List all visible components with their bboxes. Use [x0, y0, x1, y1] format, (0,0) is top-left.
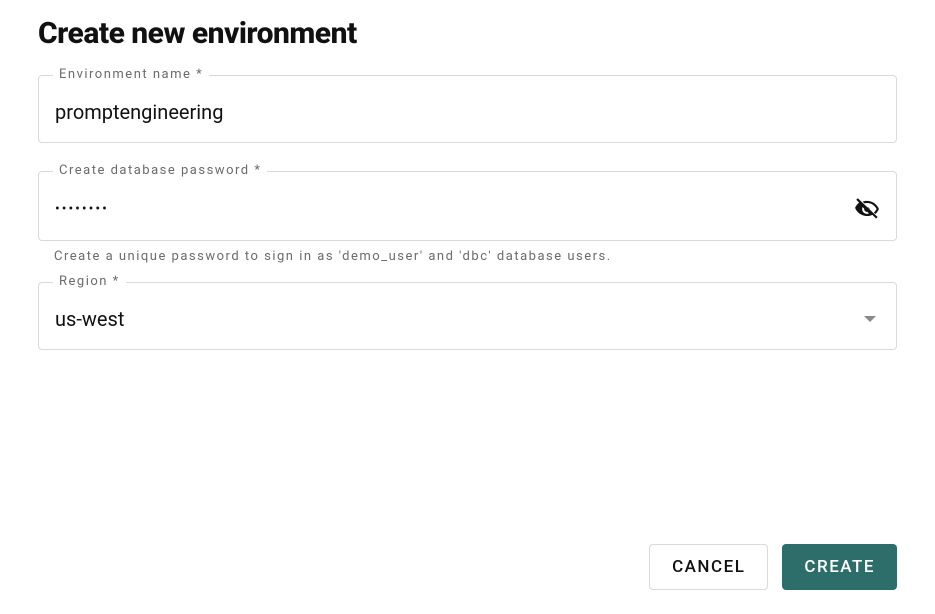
cancel-button[interactable]: CANCEL [649, 544, 768, 590]
region-selected-value: us-west [55, 307, 124, 331]
password-label: Create database password * [53, 163, 267, 178]
password-field: Create database password * •••••••• Crea… [38, 171, 897, 264]
chevron-down-icon [864, 316, 876, 322]
password-input[interactable]: •••••••• [55, 201, 846, 217]
action-buttons: CANCEL CREATE [649, 544, 897, 590]
region-field: Region * us-west [38, 282, 897, 350]
password-helper-text: Create a unique password to sign in as '… [38, 249, 897, 264]
password-input-wrap: Create database password * •••••••• [38, 171, 897, 241]
toggle-password-visibility-button[interactable] [854, 196, 880, 222]
region-select[interactable]: Region * us-west [38, 282, 897, 350]
create-button[interactable]: CREATE [782, 544, 897, 590]
environment-name-input-wrap: Environment name * [38, 75, 897, 143]
environment-name-input[interactable] [55, 100, 880, 124]
environment-name-label: Environment name * [53, 67, 209, 82]
region-label: Region * [53, 274, 126, 289]
environment-name-field: Environment name * [38, 75, 897, 143]
visibility-off-icon [854, 196, 880, 222]
page-title: Create new environment [38, 16, 897, 51]
